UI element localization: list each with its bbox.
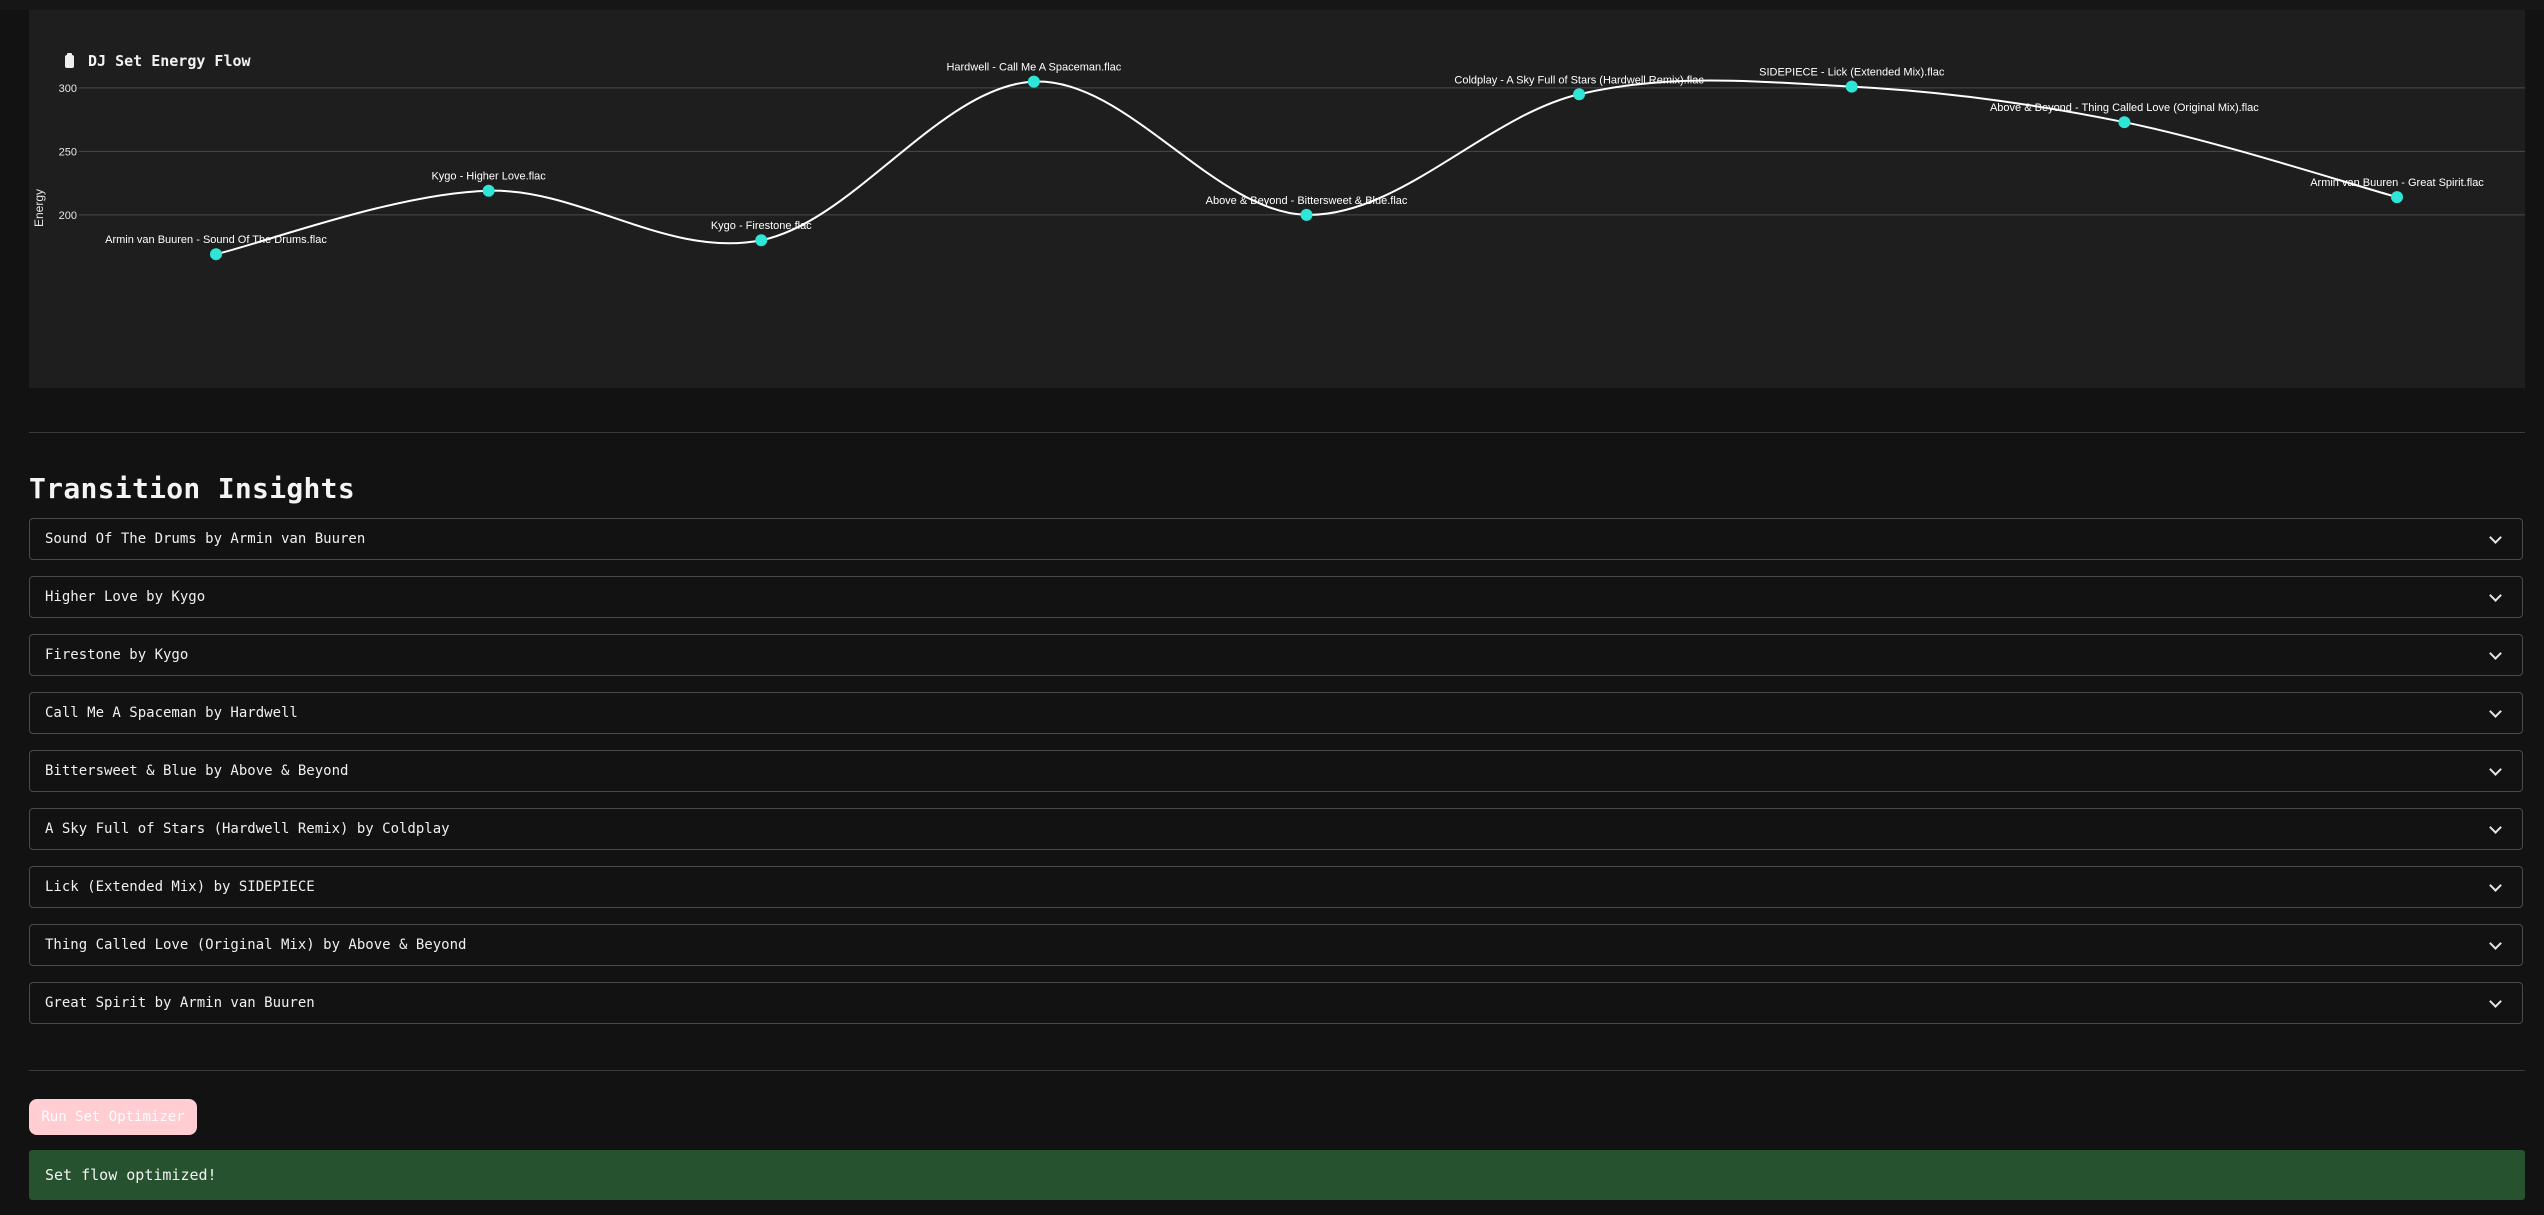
chevron-down-icon xyxy=(2489,762,2502,776)
energy-point xyxy=(755,234,768,247)
chevron-down-icon xyxy=(2489,646,2502,660)
energy-point xyxy=(1573,88,1586,101)
insight-accordion-label: Thing Called Love (Original Mix) by Abov… xyxy=(45,937,467,953)
section-divider-bottom xyxy=(29,1070,2525,1071)
track-data-label: Coldplay - A Sky Full of Stars (Hardwell… xyxy=(1454,74,1704,86)
success-message: Set flow optimized! xyxy=(45,1166,217,1184)
track-data-label: SIDEPIECE - Lick (Extended Mix).flac xyxy=(1759,67,1945,79)
chevron-down-icon xyxy=(2489,704,2502,718)
run-optimizer-button[interactable]: Run Set Optimizer xyxy=(29,1099,197,1135)
chevron-down-icon xyxy=(2489,878,2502,892)
insight-accordion-label: Bittersweet & Blue by Above & Beyond xyxy=(45,763,349,779)
energy-point xyxy=(210,248,222,261)
track-data-label: Kygo - Higher Love.flac xyxy=(431,171,546,183)
track-data-label: Armin van Buuren - Sound Of The Drums.fl… xyxy=(105,234,327,246)
chevron-down-icon xyxy=(2489,994,2502,1008)
energy-point xyxy=(2391,191,2403,204)
energy-point xyxy=(1300,208,1313,221)
insight-accordion-item[interactable]: A Sky Full of Stars (Hardwell Remix) by … xyxy=(29,808,2523,850)
track-data-label: Above & Beyond - Thing Called Love (Orig… xyxy=(1990,102,2259,114)
chevron-down-icon xyxy=(2489,936,2502,950)
y-tick-label: 250 xyxy=(59,146,77,158)
chevron-down-icon xyxy=(2489,820,2502,834)
insight-accordion-item[interactable]: Call Me A Spaceman by Hardwell xyxy=(29,692,2523,734)
energy-chart-panel: DJ Set Energy Flow 200 250 300 Energy Armin … xyxy=(29,10,2525,388)
insight-accordion-label: Call Me A Spaceman by Hardwell xyxy=(45,705,298,721)
insight-accordion-label: Higher Love by Kygo xyxy=(45,589,206,605)
insight-accordion-label: Sound Of The Drums by Armin van Buuren xyxy=(45,531,366,547)
insight-accordion-item[interactable]: Higher Love by Kygo xyxy=(29,576,2523,618)
energy-point xyxy=(2118,116,2131,129)
insight-accordion-label: A Sky Full of Stars (Hardwell Remix) by … xyxy=(45,821,450,837)
insights-heading: Transition Insights xyxy=(29,472,355,505)
insight-accordion-item[interactable]: Lick (Extended Mix) by SIDEPIECE xyxy=(29,866,2523,908)
y-tick-label: 200 xyxy=(59,210,77,222)
energy-line-chart: 200 250 300 Energy Armin van Buuren - Sound … xyxy=(32,62,2525,261)
insight-accordion-item[interactable]: Thing Called Love (Original Mix) by Abov… xyxy=(29,924,2523,966)
insight-accordion-item[interactable]: Firestone by Kygo xyxy=(29,634,2523,676)
energy-point xyxy=(1027,75,1040,88)
track-data-label: Hardwell - Call Me A Spaceman.flac xyxy=(946,62,1121,74)
energy-point xyxy=(1845,80,1858,93)
insight-accordion-label: Great Spirit by Armin van Buuren xyxy=(45,995,315,1011)
insight-accordion-label: Lick (Extended Mix) by SIDEPIECE xyxy=(45,879,315,895)
track-data-label: Kygo - Firestone.flac xyxy=(711,220,812,232)
section-divider-top xyxy=(29,432,2525,433)
top-strip xyxy=(0,0,2544,10)
y-tick-label: 300 xyxy=(59,83,77,95)
chevron-down-icon xyxy=(2489,588,2502,602)
success-banner: Set flow optimized! xyxy=(29,1150,2525,1200)
insight-accordion-item[interactable]: Bittersweet & Blue by Above & Beyond xyxy=(29,750,2523,792)
insight-accordion-item[interactable]: Great Spirit by Armin van Buuren xyxy=(29,982,2523,1024)
insight-accordion-item[interactable]: Sound Of The Drums by Armin van Buuren xyxy=(29,518,2523,560)
track-data-label: Above & Beyond - Bittersweet & Blue.flac xyxy=(1206,195,1408,207)
energy-point xyxy=(482,184,495,197)
chevron-down-icon xyxy=(2489,530,2502,544)
y-axis-label: Energy xyxy=(32,189,46,227)
track-data-label: Armin van Buuren - Great Spirit.flac xyxy=(2310,177,2484,189)
insight-accordion-label: Firestone by Kygo xyxy=(45,647,189,663)
